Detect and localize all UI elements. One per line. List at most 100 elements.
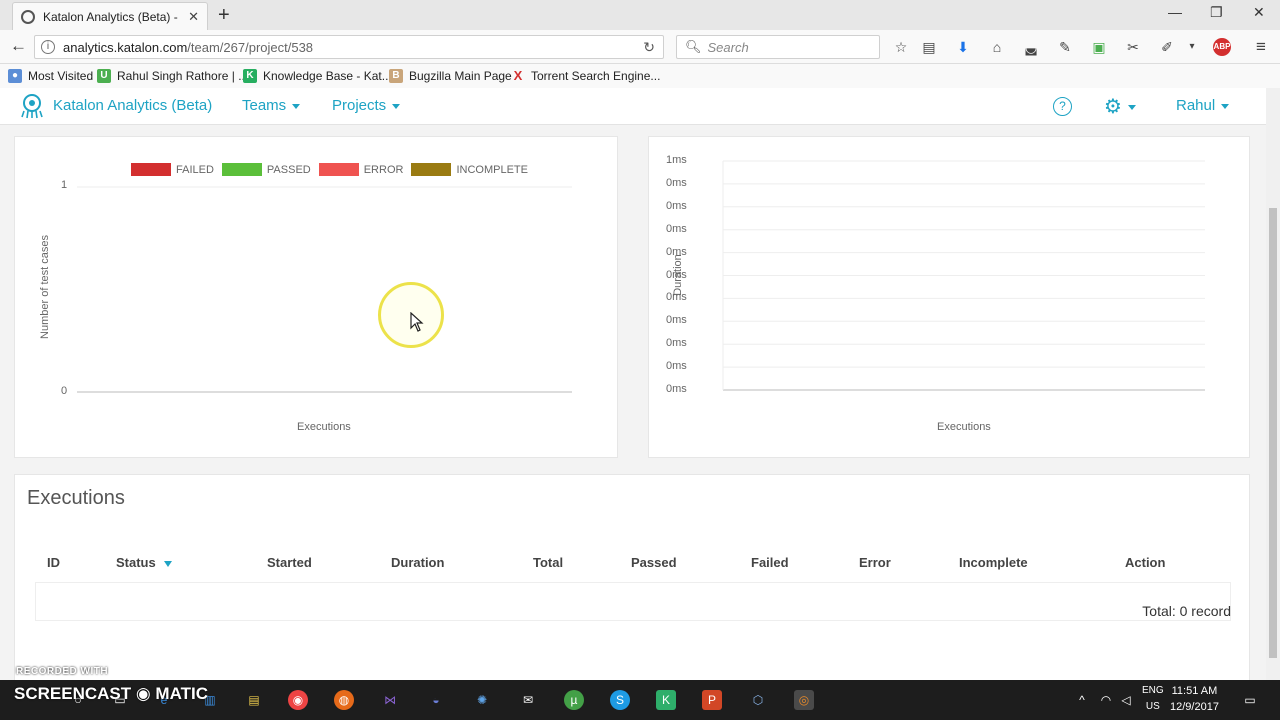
- chevron-down-icon: [1221, 103, 1230, 109]
- mail-icon[interactable]: ✉: [518, 690, 538, 710]
- lang-top: ENG: [1142, 685, 1164, 696]
- browser-nav-bar: ← i analytics.katalon.com/team/267/proje…: [0, 30, 1280, 64]
- user-menu[interactable]: Rahul: [1176, 97, 1230, 114]
- reload-icon[interactable]: ↻: [643, 39, 655, 56]
- menu-icon[interactable]: ≡: [1252, 38, 1270, 56]
- y-axis-label: Duration: [672, 254, 684, 296]
- app-header: Katalon Analytics (Beta) Teams Projects …: [0, 88, 1266, 125]
- y-tick-label: 0ms: [666, 383, 687, 395]
- bookmark-label: Torrent Search Engine...: [531, 69, 661, 83]
- bookmark-item[interactable]: ● Most Visited: [8, 69, 93, 83]
- y-tick-label: 0ms: [666, 199, 687, 212]
- home-icon[interactable]: ⌂: [988, 38, 1006, 56]
- bookmark-item[interactable]: B Bugzilla Main Page: [389, 69, 512, 83]
- bookmark-item[interactable]: K Knowledge Base - Kat...: [243, 69, 392, 83]
- projects-label: Projects: [332, 97, 387, 114]
- folder-icon: ●: [8, 69, 22, 83]
- back-button[interactable]: ←: [10, 36, 27, 56]
- close-window-icon[interactable]: ✕: [1253, 4, 1265, 21]
- gear-icon: ⚙: [1104, 96, 1122, 118]
- duration-chart-card: 1ms 0ms 0ms 0ms 0ms 0ms 0ms 0ms 0ms 0ms 0ms Durati…: [648, 136, 1250, 458]
- visual-studio-icon[interactable]: ⋈: [380, 690, 400, 710]
- skype-icon[interactable]: S: [610, 690, 630, 710]
- bookmarks-bar: ● Most Visited U Rahul Singh Rathore | .…: [0, 64, 1280, 88]
- scrollbar-thumb[interactable]: [1269, 208, 1277, 658]
- y-tick-label: 0ms: [666, 176, 687, 189]
- column-header-status[interactable]: Status: [116, 555, 172, 570]
- column-header-passed[interactable]: Passed: [631, 555, 677, 570]
- status-chart-plot: [77, 186, 572, 393]
- site-info-icon[interactable]: i: [41, 40, 55, 54]
- y-tick-label: 0ms: [666, 314, 687, 327]
- pocket-icon[interactable]: ◛: [1022, 38, 1040, 56]
- page-content: Katalon Analytics (Beta) Teams Projects …: [0, 88, 1266, 680]
- clock-date: 12/9/2017: [1170, 701, 1219, 713]
- app-icon[interactable]: ✺: [472, 690, 492, 710]
- settings-menu[interactable]: ⚙: [1104, 94, 1136, 119]
- bookmark-item[interactable]: U Rahul Singh Rathore | ...: [97, 69, 248, 83]
- column-header-id[interactable]: ID: [47, 555, 60, 570]
- column-header-incomplete[interactable]: Incomplete: [959, 555, 1028, 570]
- katalon-icon: K: [243, 69, 257, 83]
- column-header-error[interactable]: Error: [859, 555, 891, 570]
- bookmark-star-icon[interactable]: ☆: [892, 38, 910, 56]
- firefox-icon[interactable]: ◍: [334, 690, 354, 710]
- reading-list-icon[interactable]: ▤: [920, 38, 938, 56]
- maximize-icon[interactable]: ❐: [1210, 4, 1223, 21]
- chrome-icon[interactable]: ◉: [288, 690, 308, 710]
- bugzilla-icon: B: [389, 69, 403, 83]
- mouse-cursor-icon: [410, 311, 424, 337]
- store-icon[interactable]: ▤: [244, 690, 264, 710]
- x-axis-label: Executions: [297, 421, 351, 433]
- x-axis-label: Executions: [937, 421, 991, 433]
- projects-menu[interactable]: Projects: [332, 97, 401, 114]
- filter-icon[interactable]: [163, 560, 172, 567]
- minimize-icon[interactable]: —: [1168, 4, 1182, 20]
- column-header-duration[interactable]: Duration: [391, 555, 444, 570]
- search-icon: 🔍︎: [685, 39, 702, 54]
- downloads-icon[interactable]: ⬇: [954, 38, 972, 56]
- y-tick-label: 0ms: [666, 337, 687, 350]
- screenshot-icon[interactable]: ✂: [1124, 38, 1142, 56]
- eclipse-icon[interactable]: ◒: [426, 690, 446, 710]
- adblock-icon[interactable]: ABP: [1213, 38, 1231, 56]
- executions-section: Executions ID Status Started Duration To…: [14, 474, 1250, 680]
- virtualbox-icon[interactable]: ⬡: [748, 690, 768, 710]
- search-input[interactable]: 🔍︎ Search: [676, 35, 880, 59]
- y-axis-label: Number of test cases: [39, 235, 51, 339]
- y-tick-label: 1ms: [666, 154, 687, 166]
- teams-menu[interactable]: Teams: [242, 97, 301, 114]
- column-header-action[interactable]: Action: [1125, 555, 1165, 570]
- help-icon[interactable]: ?: [1053, 97, 1072, 116]
- powerpoint-icon[interactable]: P: [702, 690, 722, 710]
- column-header-total[interactable]: Total: [533, 555, 563, 570]
- app-brand[interactable]: Katalon Analytics (Beta): [53, 97, 212, 114]
- dropdown-icon[interactable]: ▾: [1183, 38, 1201, 56]
- screencast-taskbar-icon[interactable]: ◎: [794, 690, 814, 710]
- url-bar[interactable]: i analytics.katalon.com/team/267/project…: [34, 35, 664, 59]
- close-tab-icon[interactable]: ✕: [188, 9, 199, 25]
- extension-icon[interactable]: ✎: [1056, 38, 1074, 56]
- column-header-failed[interactable]: Failed: [751, 555, 789, 570]
- watermark-caption: RECORDED WITH: [16, 666, 109, 677]
- browser-tab-bar: Katalon Analytics (Beta) - Pr ✕ + — ❐ ✕: [0, 0, 1280, 30]
- katalon-logo-icon[interactable]: [18, 93, 46, 123]
- torrent-icon: X: [513, 68, 523, 83]
- wifi-icon[interactable]: ◠: [1096, 690, 1116, 710]
- language-indicator[interactable]: ENG US: [1142, 683, 1164, 715]
- executions-table-header: ID Status Started Duration Total Passed …: [35, 543, 1231, 583]
- katalon-taskbar-icon[interactable]: K: [656, 690, 676, 710]
- utorrent-taskbar-icon[interactable]: µ: [564, 690, 584, 710]
- volume-icon[interactable]: ◁: [1116, 690, 1136, 710]
- extension-green-icon[interactable]: ▣: [1090, 38, 1108, 56]
- bookmark-item[interactable]: X Torrent Search Engine...: [511, 68, 661, 84]
- screencast-icon[interactable]: ✐: [1158, 38, 1176, 56]
- new-tab-button[interactable]: +: [218, 4, 230, 27]
- page-scrollbar[interactable]: [1266, 88, 1280, 680]
- notifications-icon[interactable]: ▭: [1240, 690, 1260, 710]
- column-header-started[interactable]: Started: [267, 555, 312, 570]
- system-clock[interactable]: 11:51 AM 12/9/2017: [1170, 683, 1219, 715]
- browser-tab[interactable]: Katalon Analytics (Beta) - Pr ✕: [12, 2, 208, 30]
- bookmark-label: Knowledge Base - Kat...: [263, 69, 392, 83]
- tray-chevron-icon[interactable]: ^: [1072, 690, 1092, 710]
